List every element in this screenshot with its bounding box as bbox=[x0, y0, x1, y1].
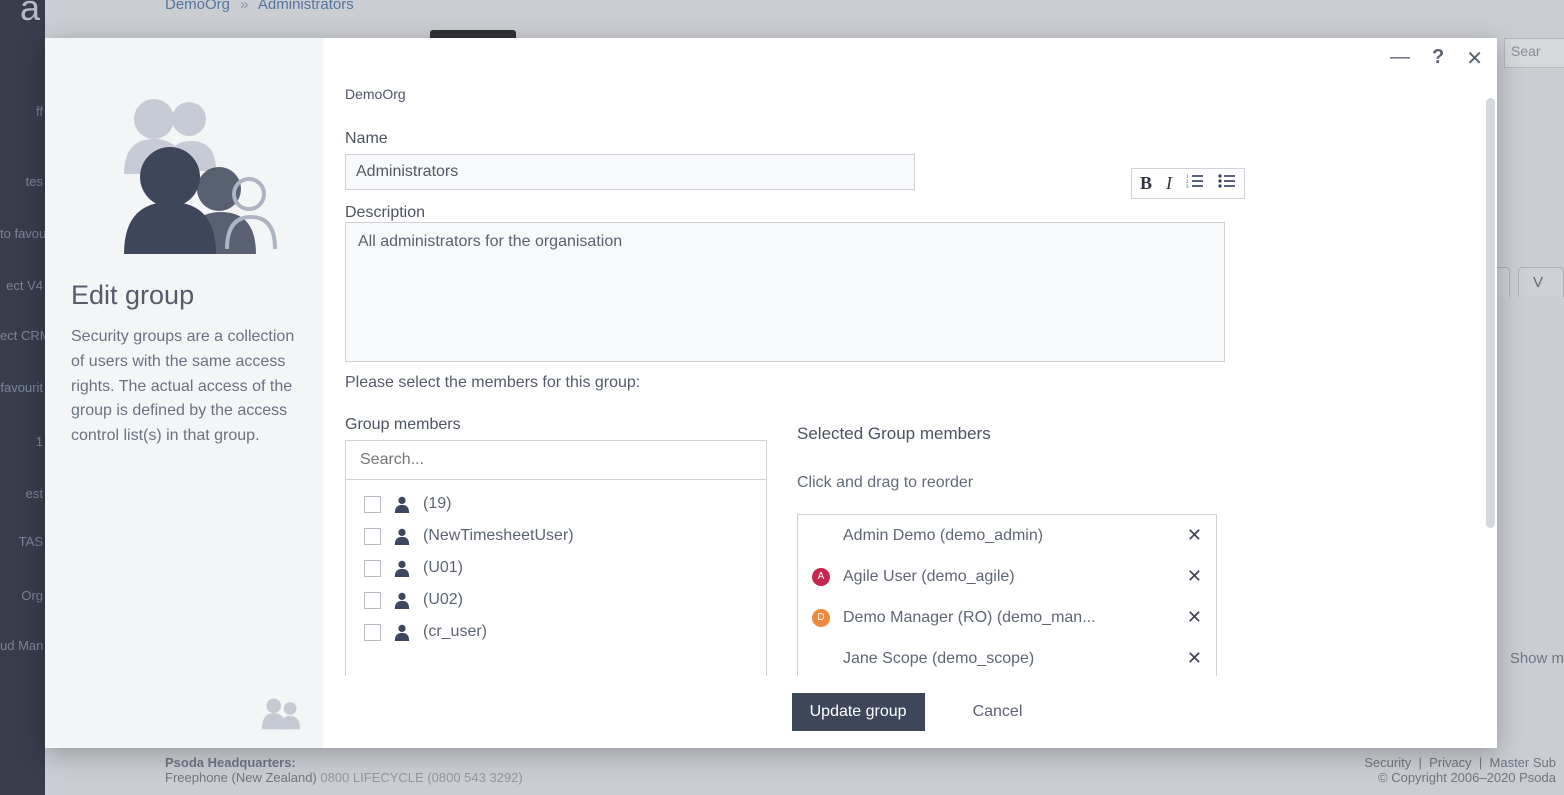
cancel-button[interactable]: Cancel bbox=[967, 702, 1029, 722]
member-checkbox[interactable] bbox=[364, 496, 381, 513]
person-icon bbox=[393, 559, 411, 577]
selected-member-row[interactable]: A Agile User (demo_agile) ✕ bbox=[798, 556, 1216, 597]
member-label: (U02) bbox=[423, 591, 463, 609]
available-member-row[interactable]: (U01) bbox=[346, 552, 766, 584]
edit-group-modal: Edit group Security groups are a collect… bbox=[45, 38, 1497, 748]
available-member-row[interactable]: (NewTimesheetUser) bbox=[346, 520, 766, 552]
selected-member-row[interactable]: Jane Scope (demo_scope) ✕ bbox=[798, 638, 1216, 676]
remove-member-button[interactable]: ✕ bbox=[1187, 566, 1202, 587]
members-instruction: Please select the members for this group… bbox=[345, 374, 1479, 392]
description-textarea[interactable]: All administrators for the organisation bbox=[345, 222, 1225, 362]
available-member-row[interactable]: (U02) bbox=[346, 584, 766, 616]
member-checkbox[interactable] bbox=[364, 560, 381, 577]
member-avatar bbox=[812, 527, 830, 545]
available-member-row[interactable]: (19) bbox=[346, 488, 766, 520]
description-field-label: Description bbox=[345, 204, 1479, 222]
remove-member-button[interactable]: ✕ bbox=[1187, 648, 1202, 669]
selected-members-list[interactable]: Admin Demo (demo_admin) ✕ A Agile User (dem… bbox=[797, 514, 1217, 676]
help-button[interactable]: ? bbox=[1432, 46, 1444, 71]
person-icon bbox=[393, 495, 411, 513]
selected-member-label: Demo Manager (RO) (demo_man... bbox=[843, 609, 1174, 627]
update-group-button[interactable]: Update group bbox=[792, 693, 925, 731]
member-label: (U01) bbox=[423, 559, 463, 577]
unordered-list-button[interactable] bbox=[1218, 173, 1236, 194]
close-button[interactable]: ✕ bbox=[1466, 46, 1483, 71]
group-illustration-icon bbox=[71, 64, 297, 274]
selected-member-label: Agile User (demo_agile) bbox=[843, 568, 1174, 586]
member-checkbox[interactable] bbox=[364, 592, 381, 609]
modal-footer: Update group Cancel bbox=[323, 676, 1497, 748]
modal-side-panel: Edit group Security groups are a collect… bbox=[45, 38, 323, 748]
modal-scrollbar[interactable] bbox=[1486, 98, 1495, 528]
members-search-input[interactable] bbox=[345, 440, 767, 480]
org-label: DemoOrg bbox=[345, 86, 1479, 102]
person-icon bbox=[393, 591, 411, 609]
selected-members-title: Selected Group members bbox=[797, 424, 1217, 444]
person-icon bbox=[393, 623, 411, 641]
member-avatar bbox=[812, 650, 830, 668]
member-label: (cr_user) bbox=[423, 623, 487, 641]
member-avatar: D bbox=[812, 609, 830, 627]
remove-member-button[interactable]: ✕ bbox=[1187, 607, 1202, 628]
available-member-row[interactable]: (cr_user) bbox=[346, 616, 766, 648]
group-members-label: Group members bbox=[345, 416, 767, 434]
name-input[interactable] bbox=[345, 154, 915, 190]
modal-side-title: Edit group bbox=[71, 280, 297, 311]
modal-side-description: Security groups are a collection of user… bbox=[71, 325, 297, 449]
member-label: (19) bbox=[423, 495, 451, 513]
svg-text:3: 3 bbox=[1186, 185, 1189, 189]
selected-members-hint: Click and drag to reorder bbox=[797, 474, 1217, 492]
name-field-label: Name bbox=[345, 130, 1479, 148]
member-avatar: A bbox=[812, 568, 830, 586]
member-checkbox[interactable] bbox=[364, 528, 381, 545]
available-members-list[interactable]: (19) (NewTimesheetUser) (U01) (U02) (cr_user… bbox=[345, 480, 767, 676]
selected-member-row[interactable]: D Demo Manager (RO) (demo_man... ✕ bbox=[798, 597, 1216, 638]
member-label: (NewTimesheetUser) bbox=[423, 527, 574, 545]
member-checkbox[interactable] bbox=[364, 624, 381, 641]
person-icon bbox=[393, 527, 411, 545]
rich-text-toolbar: B I 123 bbox=[1131, 168, 1245, 199]
remove-member-button[interactable]: ✕ bbox=[1187, 525, 1202, 546]
selected-member-label: Admin Demo (demo_admin) bbox=[843, 527, 1174, 545]
selected-member-row[interactable]: Admin Demo (demo_admin) ✕ bbox=[798, 515, 1216, 556]
ordered-list-button[interactable]: 123 bbox=[1186, 173, 1204, 194]
italic-button[interactable]: I bbox=[1166, 173, 1172, 194]
group-watermark-icon bbox=[253, 693, 309, 738]
minimize-button[interactable]: — bbox=[1390, 46, 1410, 71]
modal-main-panel: — ? ✕ DemoOrg Name Description B I 123 bbox=[323, 38, 1497, 748]
selected-member-label: Jane Scope (demo_scope) bbox=[843, 650, 1174, 668]
bold-button[interactable]: B bbox=[1140, 173, 1152, 194]
